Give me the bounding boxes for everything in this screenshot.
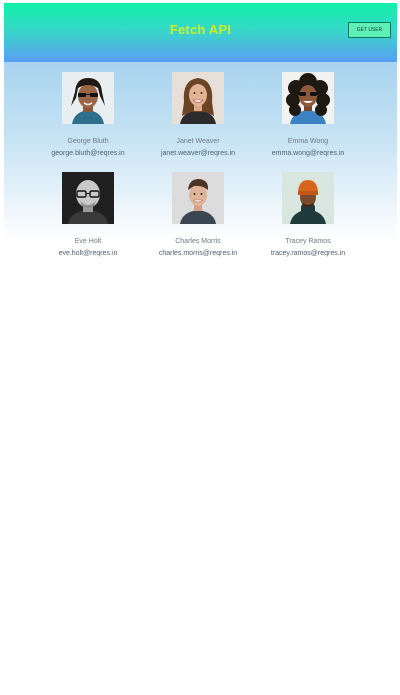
user-grid: George Bluth george.bluth@reqres.in Jane… (33, 72, 363, 272)
user-name: Charles Morris (175, 238, 221, 245)
page-title: Fetch API (169, 22, 232, 37)
user-email: eve.holt@reqres.in (58, 250, 118, 257)
app-header: Fetch API GET USER (4, 3, 397, 62)
user-email: george.bluth@reqres.in (51, 150, 125, 157)
user-name: Eve Holt (74, 238, 102, 245)
user-name: George Bluth (67, 138, 109, 145)
user-name: Emma Wong (287, 138, 329, 145)
user-email: emma.wong@reqres.in (271, 150, 345, 157)
user-card: Charles Morris charles.morris@reqres.in (143, 172, 253, 272)
user-card: Eve Holt eve.holt@reqres.in (33, 172, 143, 272)
avatar (172, 172, 224, 224)
user-name: Janet Weaver (176, 138, 220, 145)
user-card: Janet Weaver janet.weaver@reqres.in (143, 72, 253, 172)
page: Fetch API GET USER George Bluth george.b… (0, 0, 400, 695)
user-list-panel: George Bluth george.bluth@reqres.in Jane… (4, 62, 397, 257)
get-user-button[interactable]: GET USER (348, 22, 391, 38)
user-card: Tracey Ramos tracey.ramos@reqres.in (253, 172, 363, 272)
user-card: Emma Wong emma.wong@reqres.in (253, 72, 363, 172)
avatar (282, 72, 334, 124)
avatar (62, 72, 114, 124)
user-email: charles.morris@reqres.in (158, 250, 238, 257)
user-card: George Bluth george.bluth@reqres.in (33, 72, 143, 172)
avatar (172, 72, 224, 124)
avatar (282, 172, 334, 224)
user-email: tracey.ramos@reqres.in (270, 250, 346, 257)
user-email: janet.weaver@reqres.in (160, 150, 236, 157)
avatar (62, 172, 114, 224)
user-name: Tracey Ramos (285, 238, 331, 245)
